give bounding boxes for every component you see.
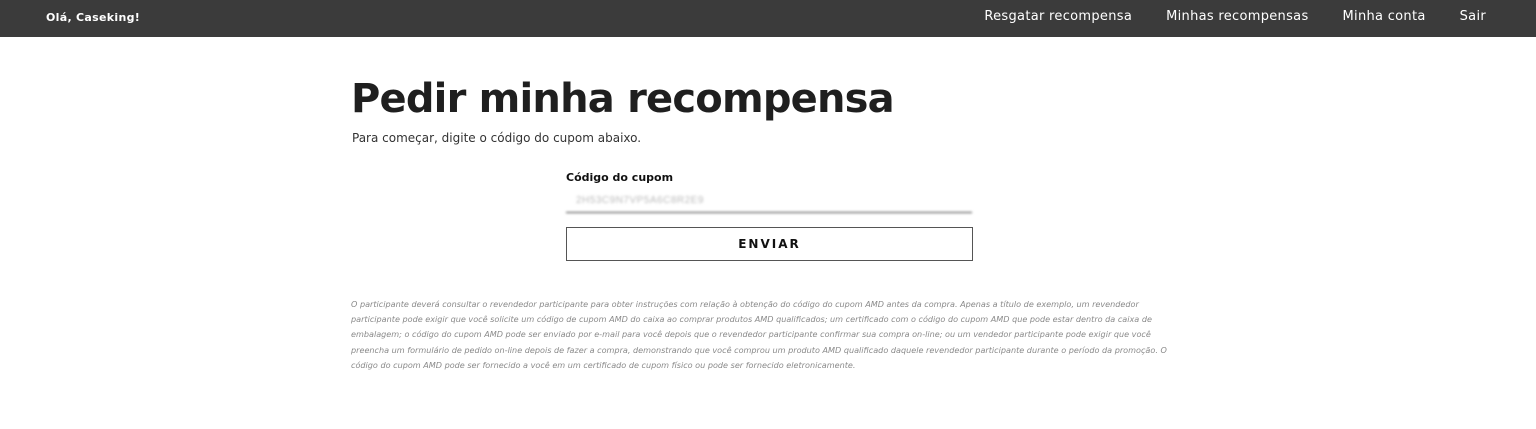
nav-redeem-reward[interactable]: Resgatar recompensa xyxy=(984,9,1132,24)
greeting-text: Olá, Caseking! xyxy=(46,11,141,24)
nav-logout[interactable]: Sair xyxy=(1460,9,1486,24)
nav-my-rewards[interactable]: Minhas recompensas xyxy=(1166,9,1308,24)
main-nav: Resgatar recompensa Minhas recompensas M… xyxy=(984,9,1486,24)
disclaimer-text: O participante deverá consultar o revend… xyxy=(351,299,1167,370)
coupon-code-input[interactable] xyxy=(566,189,972,213)
coupon-code-label: Código do cupom xyxy=(566,171,674,184)
nav-my-account[interactable]: Minha conta xyxy=(1343,9,1426,24)
submit-button[interactable]: ENVIAR xyxy=(566,227,973,261)
page-title: Pedir minha recompensa xyxy=(351,76,895,122)
top-nav-bar: Olá, Caseking! Resgatar recompensa Minha… xyxy=(0,0,1536,37)
page-subtitle: Para começar, digite o código do cupom a… xyxy=(352,131,642,145)
